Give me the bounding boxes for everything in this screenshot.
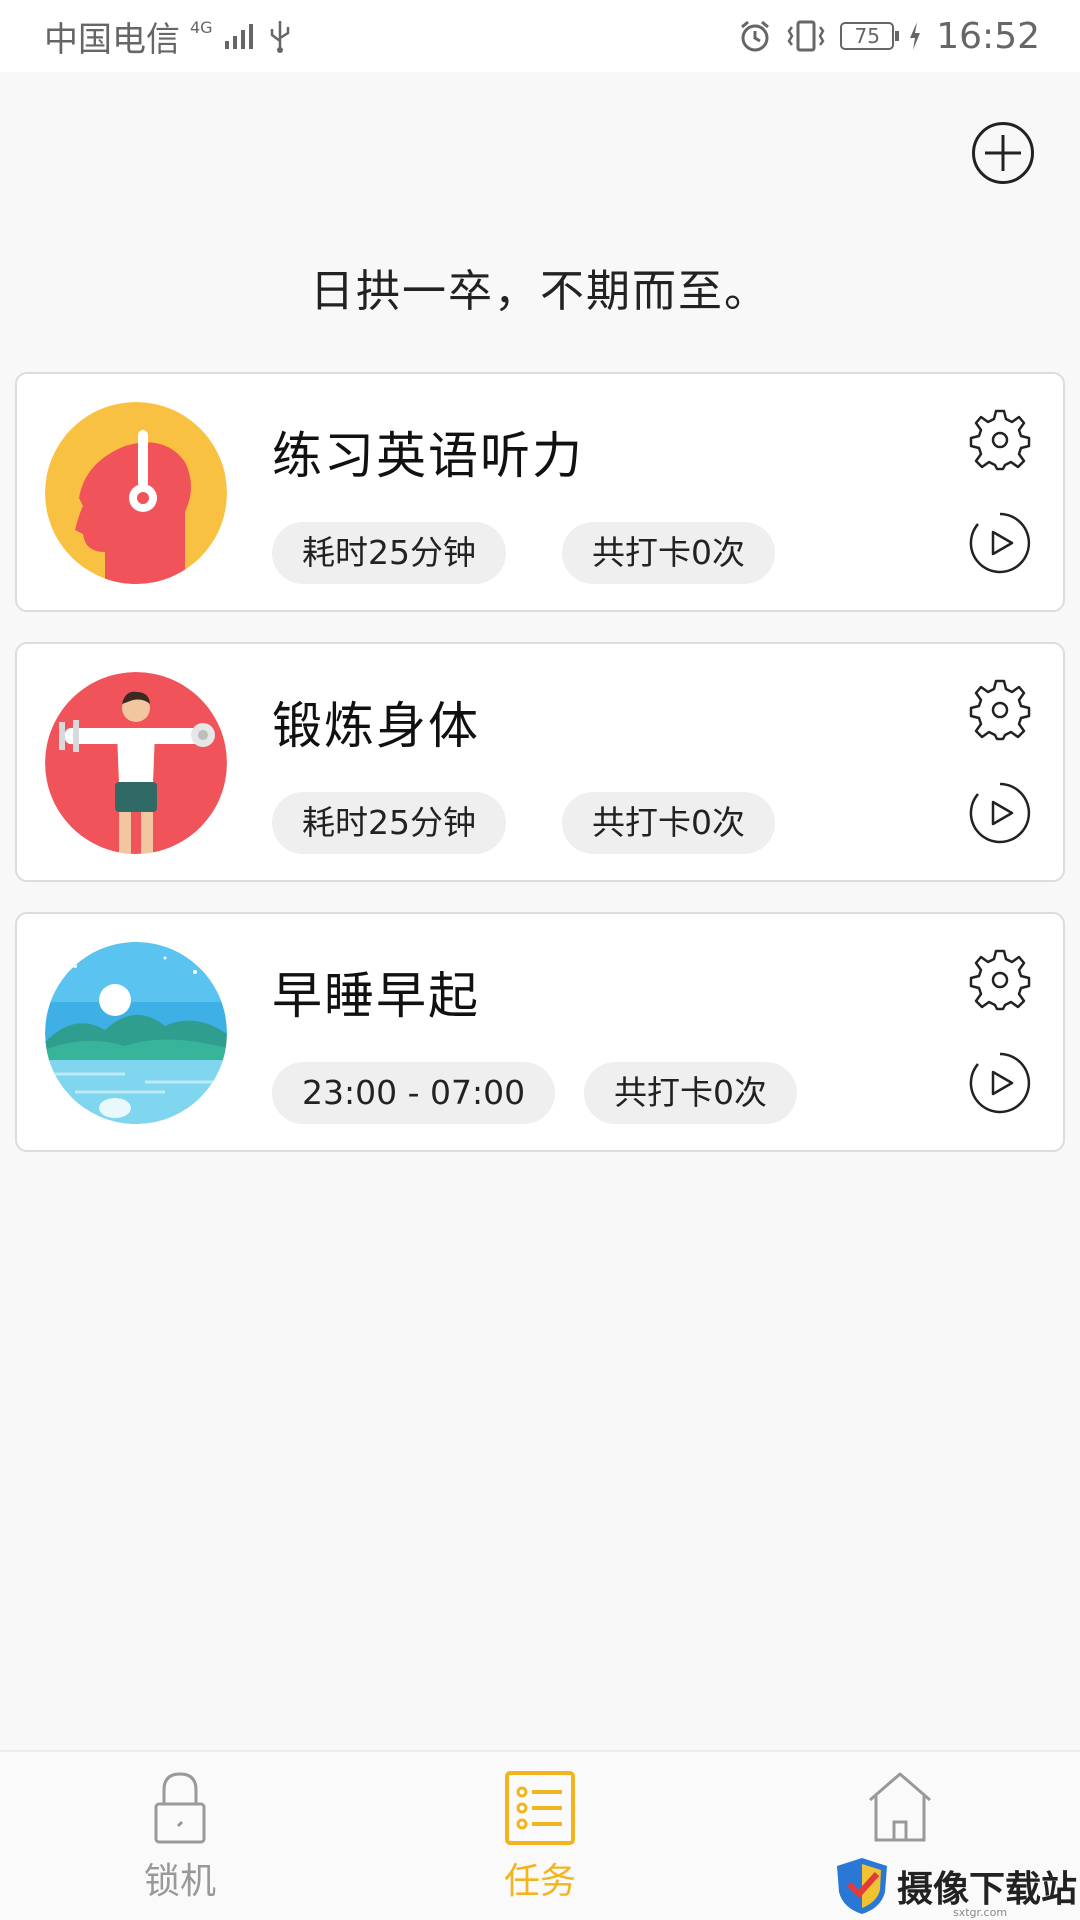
gear-icon: [969, 949, 1031, 1011]
duration-pill: 耗时25分钟: [272, 792, 506, 854]
play-button[interactable]: [967, 780, 1033, 846]
play-button[interactable]: [967, 1050, 1033, 1116]
shield-logo-icon: [837, 1858, 887, 1914]
gear-icon: [969, 679, 1031, 741]
gear-icon: [969, 409, 1031, 471]
checkin-count-pill: 共打卡0次: [562, 792, 775, 854]
checkin-count-pill: 共打卡0次: [584, 1062, 797, 1124]
settings-button[interactable]: [967, 676, 1033, 742]
home-icon: [869, 1772, 931, 1842]
vibrate-icon: [787, 20, 825, 52]
task-title: 练习英语听力: [272, 427, 584, 485]
status-right: 75 16:52: [738, 14, 1040, 58]
signal-icon: [224, 24, 253, 49]
play-icon: [969, 512, 1031, 574]
listening-head-icon: [45, 402, 227, 584]
watermark: 摄像下载站 sxtgr.com: [835, 1852, 1080, 1920]
nav-label-lock: 锁机: [143, 1861, 216, 1902]
play-button[interactable]: [967, 510, 1033, 576]
clock-time: 16:52: [936, 15, 1040, 57]
task-card[interactable]: 练习英语听力 耗时25分钟 共打卡0次: [15, 372, 1065, 612]
status-left: 中国电信 4G: [44, 14, 293, 60]
task-card[interactable]: 锻炼身体 耗时25分钟 共打卡0次: [15, 642, 1065, 882]
task-list-icon: [505, 1771, 575, 1845]
alarm-icon: [741, 20, 770, 52]
settings-button[interactable]: [967, 406, 1033, 472]
nav-item-tasks[interactable]: 任务: [460, 1770, 620, 1910]
plus-circle-icon: [985, 135, 1021, 171]
carrier-label: 中国电信: [44, 19, 180, 60]
settings-button[interactable]: [967, 946, 1033, 1012]
nav-item-lock[interactable]: 锁机: [100, 1770, 260, 1910]
task-title: 锻炼身体: [272, 697, 480, 755]
task-title: 早睡早起: [272, 967, 480, 1025]
network-type: 4G: [190, 18, 213, 37]
moon-lake-icon: [45, 942, 227, 1124]
duration-pill: 耗时25分钟: [272, 522, 506, 584]
lock-icon: [154, 1772, 206, 1844]
motto-text: 日拱一卒，不期而至。: [310, 266, 770, 317]
task-card[interactable]: 早睡早起 23:00 - 07:00 共打卡0次: [15, 912, 1065, 1152]
play-icon: [969, 782, 1031, 844]
add-task-button[interactable]: [972, 122, 1034, 184]
battery-icon: 75: [840, 22, 900, 50]
usb-icon: [270, 21, 289, 53]
watermark-sub: sxtgr.com: [953, 1906, 1008, 1919]
watermark-text: 摄像下载站: [897, 1868, 1078, 1910]
status-bar: 中国电信 4G 75 16:52: [0, 0, 1080, 72]
battery-level: 75: [854, 24, 880, 48]
exercise-man-icon: [45, 672, 227, 854]
time-range-pill: 23:00 - 07:00: [272, 1062, 556, 1124]
checkin-count-pill: 共打卡0次: [562, 522, 775, 584]
charging-icon: [910, 22, 921, 50]
nav-label-tasks: 任务: [503, 1861, 576, 1902]
play-icon: [969, 1052, 1031, 1114]
